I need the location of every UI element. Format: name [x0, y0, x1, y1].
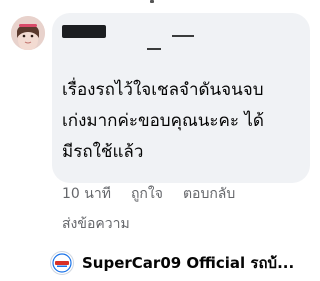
comment-timestamp[interactable]: 10 นาที [62, 183, 111, 205]
avatar-photo [11, 16, 45, 50]
comment-text: เรื่องรถไว้ใจเชลจำดันจนจบ เก่งมากค่ะขอบค… [62, 75, 310, 168]
like-button[interactable]: ถูกใจ [131, 183, 163, 205]
supercar-logo-icon [50, 251, 74, 275]
page-reply-preview[interactable]: SuperCar09 Official รถบ้... [50, 251, 320, 275]
comment-line: เก่งมากค่ะขอบคุณนะคะ ได้ [62, 111, 264, 131]
comment-line: เรื่องรถไว้ใจเชลจำดันจนจบ [62, 80, 264, 100]
scroll-indicator [150, 0, 154, 3]
page-reply-name[interactable]: SuperCar09 Official รถบ้... [82, 251, 320, 275]
send-message-button[interactable]: ส่งข้อความ [62, 213, 130, 235]
comment-line: มีรถใช้แล้ว [62, 142, 144, 162]
reply-button[interactable]: ตอบกลับ [183, 183, 235, 205]
commenter-avatar[interactable] [11, 16, 45, 50]
commenter-name-redacted[interactable] [62, 25, 106, 38]
redaction-mark [172, 35, 194, 37]
redaction-mark [147, 48, 161, 50]
comment-actions: 10 นาที ถูกใจ ตอบกลับ ส่งข้อความ [62, 183, 312, 235]
comment-bubble: เรื่องรถไว้ใจเชลจำดันจนจบ เก่งมากค่ะขอบค… [52, 13, 310, 183]
